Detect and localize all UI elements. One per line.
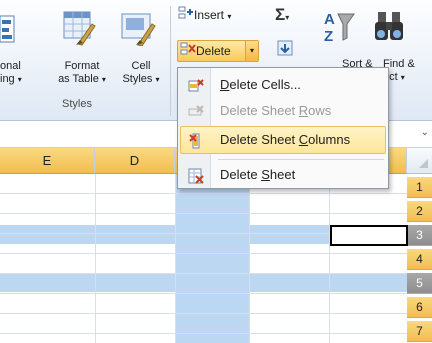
format-table-label-line2: as Table (58, 73, 99, 85)
gridline (175, 173, 176, 343)
gridline (95, 173, 96, 343)
chevron-down-icon: ▾ (101, 75, 106, 84)
autosum-button[interactable]: Σ▾ (275, 6, 289, 24)
styles-group-label: Styles (62, 98, 92, 110)
menu-label-accel: S (261, 167, 270, 182)
column-header[interactable]: D (95, 148, 175, 174)
delete-dropdown-menu: Delete Cells... Delete Sheet Rows Delete… (177, 67, 389, 189)
cell-styles-button[interactable]: Cell Styles ▾ (116, 60, 166, 86)
row-header-selected[interactable]: 3 (407, 225, 432, 246)
insert-icon (178, 6, 194, 25)
formula-bar-expand-icon[interactable]: ⌄ (421, 127, 429, 138)
sort-filter-icon[interactable]: A Z (318, 8, 356, 45)
menu-label-part: Delete (220, 167, 262, 182)
menu-label-part: heet (269, 167, 296, 182)
menu-label-part: Delete Sheet (220, 132, 299, 147)
cell-styles-label-line1: Cell (131, 60, 151, 72)
menu-item-delete-cells[interactable]: Delete Cells... (180, 72, 386, 98)
delete-rows-icon (188, 103, 204, 119)
binoculars-icon[interactable] (372, 10, 408, 44)
row-header[interactable]: 1 (407, 177, 432, 198)
chevron-down-icon: ▾ (285, 13, 290, 22)
fill-button[interactable] (277, 40, 293, 58)
menu-label-part: olumns (308, 132, 351, 147)
gridline (0, 213, 407, 214)
chevron-down-icon: ▾ (227, 12, 232, 21)
conditional-formatting-icon[interactable] (0, 14, 18, 44)
format-as-table-button[interactable]: Format as Table ▾ (46, 60, 118, 86)
menu-label-accel: C (298, 132, 309, 147)
select-all-corner[interactable] (407, 148, 432, 174)
gridline (329, 173, 330, 343)
insert-button[interactable]: Insert ▾ (178, 6, 231, 24)
svg-text:Z: Z (324, 28, 333, 44)
gridline (0, 253, 407, 254)
gridline (0, 273, 407, 274)
selected-column-band (175, 173, 249, 343)
row-header[interactable]: 6 (407, 297, 432, 318)
cell-styles-icon[interactable] (120, 10, 156, 47)
gridline (0, 333, 407, 334)
menu-label-part: Delete Sheet (220, 103, 299, 118)
chevron-down-icon: ▾ (155, 75, 160, 84)
row-header-selected[interactable]: 5 (407, 273, 432, 294)
sigma-icon: Σ (275, 5, 286, 24)
delete-columns-icon (189, 132, 205, 149)
chevron-down-icon: ▾ (400, 73, 405, 82)
delete-label: Delete (196, 44, 231, 58)
gridline (0, 293, 407, 294)
cell-styles-label-line2: Styles (122, 73, 153, 85)
delete-sheet-icon (188, 167, 204, 184)
menu-label-accel: D (220, 77, 230, 92)
gridline (0, 313, 407, 314)
delete-dropdown-arrow[interactable]: ▾ (245, 41, 258, 61)
selected-row-band (0, 273, 407, 292)
delete-icon (180, 42, 196, 62)
menu-item-delete-sheet-rows: Delete Sheet Rows (180, 98, 386, 124)
row-header[interactable]: 4 (407, 249, 432, 270)
group-divider (170, 6, 171, 116)
cond-fmt-label-line1: onal (0, 60, 21, 72)
svg-text:A: A (324, 11, 335, 28)
chevron-down-icon: ▾ (249, 46, 254, 55)
row-header[interactable]: 7 (407, 321, 432, 342)
row-header[interactable]: 2 (407, 201, 432, 222)
column-header[interactable]: E (0, 148, 95, 174)
delete-cells-icon (188, 77, 204, 93)
menu-item-delete-sheet-columns[interactable]: Delete Sheet Columns (180, 126, 386, 154)
insert-label: Insert (194, 8, 225, 22)
menu-item-delete-sheet[interactable]: Delete Sheet (180, 162, 386, 188)
menu-label-part: elete Cells... (229, 77, 301, 92)
cond-fmt-label-line2: ing (0, 73, 15, 85)
menu-label-part: ows (308, 103, 332, 118)
gridline (0, 193, 407, 194)
format-table-label-line1: Format (64, 60, 100, 72)
conditional-formatting-button[interactable]: onal ing ▾ (0, 60, 40, 86)
menu-label-accel: R (298, 103, 309, 118)
chevron-down-icon: ▾ (17, 75, 22, 84)
gridline (249, 173, 250, 343)
active-cell[interactable] (330, 225, 408, 246)
fill-down-icon (277, 40, 293, 56)
menu-separator (218, 159, 384, 160)
delete-button[interactable]: Delete ▾ (177, 40, 259, 62)
format-as-table-icon[interactable] (62, 10, 96, 46)
